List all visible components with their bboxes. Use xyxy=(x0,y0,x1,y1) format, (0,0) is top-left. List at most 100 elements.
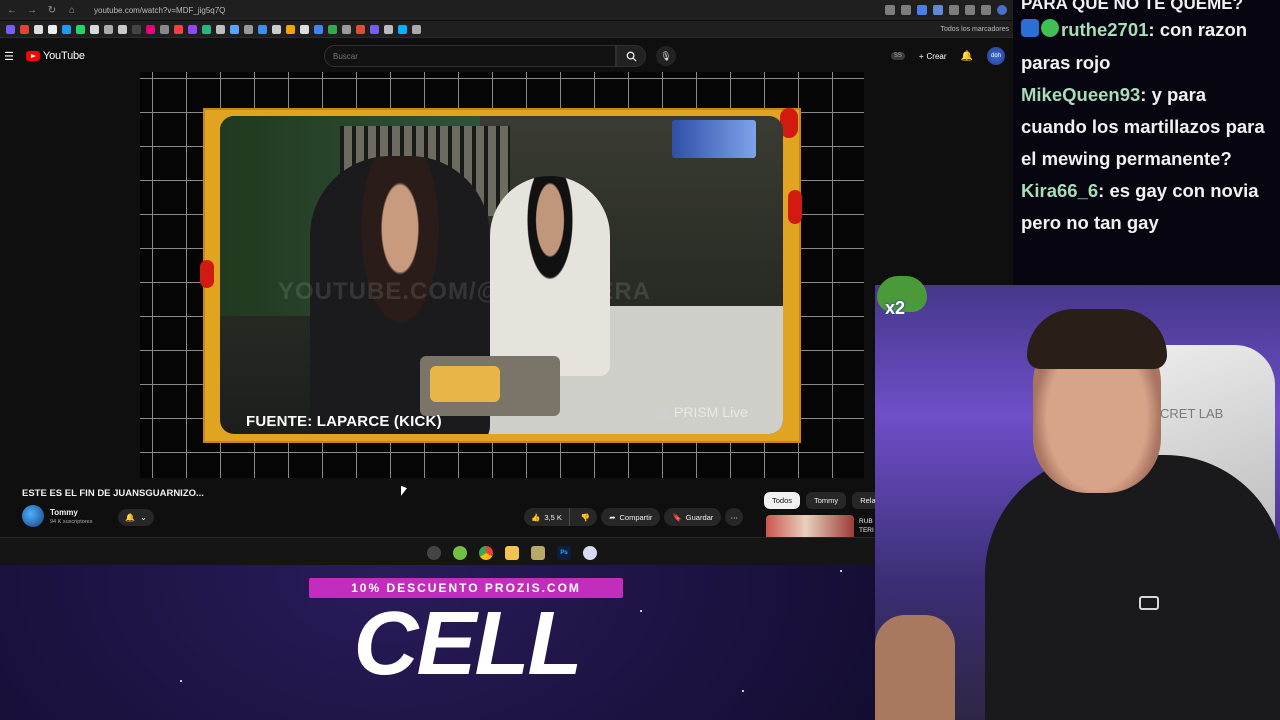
address-bar: ← → ↻ ⌂ youtube.com/watch?v=MDF_jig5q7Q xyxy=(0,0,1013,20)
bookmark-icon[interactable] xyxy=(174,24,183,34)
bookmark-icon[interactable] xyxy=(328,24,337,34)
bookmark-icon[interactable] xyxy=(202,24,211,34)
create-button[interactable]: + Crear xyxy=(919,52,947,61)
bookmark-icon: 🔖 xyxy=(672,512,682,522)
back-icon[interactable]: ← xyxy=(4,2,20,18)
folder-icon[interactable] xyxy=(505,546,519,560)
thumbs-up-icon: 👍 xyxy=(531,512,541,522)
bookmark-icon[interactable] xyxy=(216,24,225,34)
chrome-icon[interactable] xyxy=(479,546,493,560)
bookmark-icon[interactable] xyxy=(398,24,407,34)
create-label: Crear xyxy=(926,51,947,61)
bookmark-icon[interactable] xyxy=(286,24,295,34)
app-icon[interactable] xyxy=(583,546,597,560)
like-button[interactable]: 👍 3,5 K xyxy=(524,508,570,526)
share-icon: ➦ xyxy=(609,512,616,522)
bookmark-icon[interactable] xyxy=(48,24,57,34)
notifications-icon[interactable]: 🔔 xyxy=(961,51,973,62)
ss-badge[interactable]: SS xyxy=(890,52,905,60)
fries xyxy=(430,366,500,402)
channel-avatar[interactable] xyxy=(22,505,44,527)
pepe-emote: x2 xyxy=(875,272,931,326)
voice-search-button[interactable]: 🎙 xyxy=(656,46,676,66)
chair-brand-text: CRET LAB xyxy=(1160,406,1224,421)
related-filter-chips: Todos Tommy Relacio xyxy=(764,492,894,509)
downloads-icon[interactable] xyxy=(965,5,975,15)
bookmark-icon[interactable] xyxy=(300,24,309,34)
chili-decoration xyxy=(788,190,802,224)
subscription-bell-button[interactable]: 🔔 ⌄ xyxy=(118,509,154,526)
channel-name[interactable]: Tommy xyxy=(50,508,78,517)
bookmark-icon[interactable] xyxy=(34,24,43,34)
all-bookmarks-folder[interactable]: Todos los marcadores xyxy=(941,26,1009,33)
youtube-play-icon xyxy=(26,51,40,61)
bookmark-icon[interactable] xyxy=(370,24,379,34)
streamer-arm xyxy=(875,615,955,720)
extensions-puzzle-icon[interactable] xyxy=(949,5,959,15)
youtube-logo[interactable]: YouTube xyxy=(26,50,85,62)
forward-icon[interactable]: → xyxy=(24,2,40,18)
chat-username: ruthe2701 xyxy=(1061,19,1149,40)
mouse-cursor xyxy=(401,485,407,499)
bookmark-icon[interactable] xyxy=(356,24,365,34)
os-taskbar: Ps xyxy=(0,537,875,565)
spotify-icon[interactable] xyxy=(453,546,467,560)
bookmark-icon[interactable] xyxy=(384,24,393,34)
share-button[interactable]: ➦ Compartir xyxy=(601,508,661,526)
minecraft-icon[interactable] xyxy=(531,546,545,560)
youtube-header: ☰ YouTube 🎙 SS +Crear 🔔 doh xyxy=(0,40,1013,72)
chat-username: Kira66_6 xyxy=(1021,180,1099,202)
chip-tommy[interactable]: Tommy xyxy=(806,492,847,509)
url-field[interactable]: youtube.com/watch?v=MDF_jig5q7Q xyxy=(94,6,714,15)
bookmark-icon[interactable] xyxy=(412,24,421,34)
prism-live-text: PRISM Live xyxy=(674,404,748,420)
bookmark-icon[interactable] xyxy=(258,24,267,34)
bookmark-icon[interactable] xyxy=(62,24,71,34)
video-watermark: YOUTUBE.COM/@AVQUIVERA xyxy=(278,278,651,305)
reload-icon[interactable]: ↻ xyxy=(44,2,60,18)
menu-icon[interactable]: ☰ xyxy=(4,50,16,63)
bookmark-icon[interactable] xyxy=(6,24,15,34)
account-avatar[interactable]: doh xyxy=(987,47,1005,65)
bookmark-icon[interactable] xyxy=(146,24,155,34)
chat-message: ruthe2701: con razon paras rojo xyxy=(1021,14,1276,79)
bookmark-icon[interactable] xyxy=(342,24,351,34)
sidebar-icon[interactable] xyxy=(981,5,991,15)
streamer-hair xyxy=(1027,309,1167,369)
bookmark-icon[interactable] xyxy=(104,24,113,34)
search-input[interactable] xyxy=(324,45,616,67)
bookmark-icon[interactable] xyxy=(244,24,253,34)
star-icon[interactable] xyxy=(901,5,911,15)
bookmark-icon[interactable] xyxy=(90,24,99,34)
bookmark-icon[interactable] xyxy=(20,24,29,34)
extension-icon[interactable] xyxy=(917,5,927,15)
home-icon[interactable]: ⌂ xyxy=(64,2,80,18)
like-count: 3,5 K xyxy=(544,512,562,522)
chip-all[interactable]: Todos xyxy=(764,492,801,509)
subscriber-count: 94 K suscriptores xyxy=(50,519,93,525)
profile-icon[interactable] xyxy=(997,5,1007,15)
more-actions-button[interactable]: ⋯ xyxy=(725,508,744,526)
extension-icon[interactable] xyxy=(933,5,943,15)
dislike-button[interactable]: 👎 xyxy=(574,508,597,526)
video-actions: 👍 3,5 K 👎 ➦ Compartir 🔖 Guardar ⋯ xyxy=(524,508,744,526)
chili-decoration xyxy=(200,260,214,288)
man-figure xyxy=(490,176,610,376)
plus-icon: + xyxy=(918,51,924,61)
bookmark-icon[interactable] xyxy=(314,24,323,34)
bookmark-icon[interactable] xyxy=(132,24,141,34)
stream-layout: ← → ↻ ⌂ youtube.com/watch?v=MDF_jig5q7Q xyxy=(0,0,1280,720)
bookmark-icon[interactable] xyxy=(272,24,281,34)
install-icon[interactable] xyxy=(885,5,895,15)
bookmarks-bar: Todos los marcadores xyxy=(0,21,1013,38)
photoshop-icon[interactable]: Ps xyxy=(557,546,571,560)
obs-icon[interactable] xyxy=(427,546,441,560)
search-button[interactable] xyxy=(616,45,646,67)
bookmark-icon[interactable] xyxy=(118,24,127,34)
save-button[interactable]: 🔖 Guardar xyxy=(664,508,722,526)
video-title: ESTE ES EL FIN DE JUANSGUARNIZO... xyxy=(22,488,204,499)
bookmark-icon[interactable] xyxy=(230,24,239,34)
bookmark-icon[interactable] xyxy=(76,24,85,34)
bookmark-icon[interactable] xyxy=(188,24,197,34)
bookmark-icon[interactable] xyxy=(160,24,169,34)
